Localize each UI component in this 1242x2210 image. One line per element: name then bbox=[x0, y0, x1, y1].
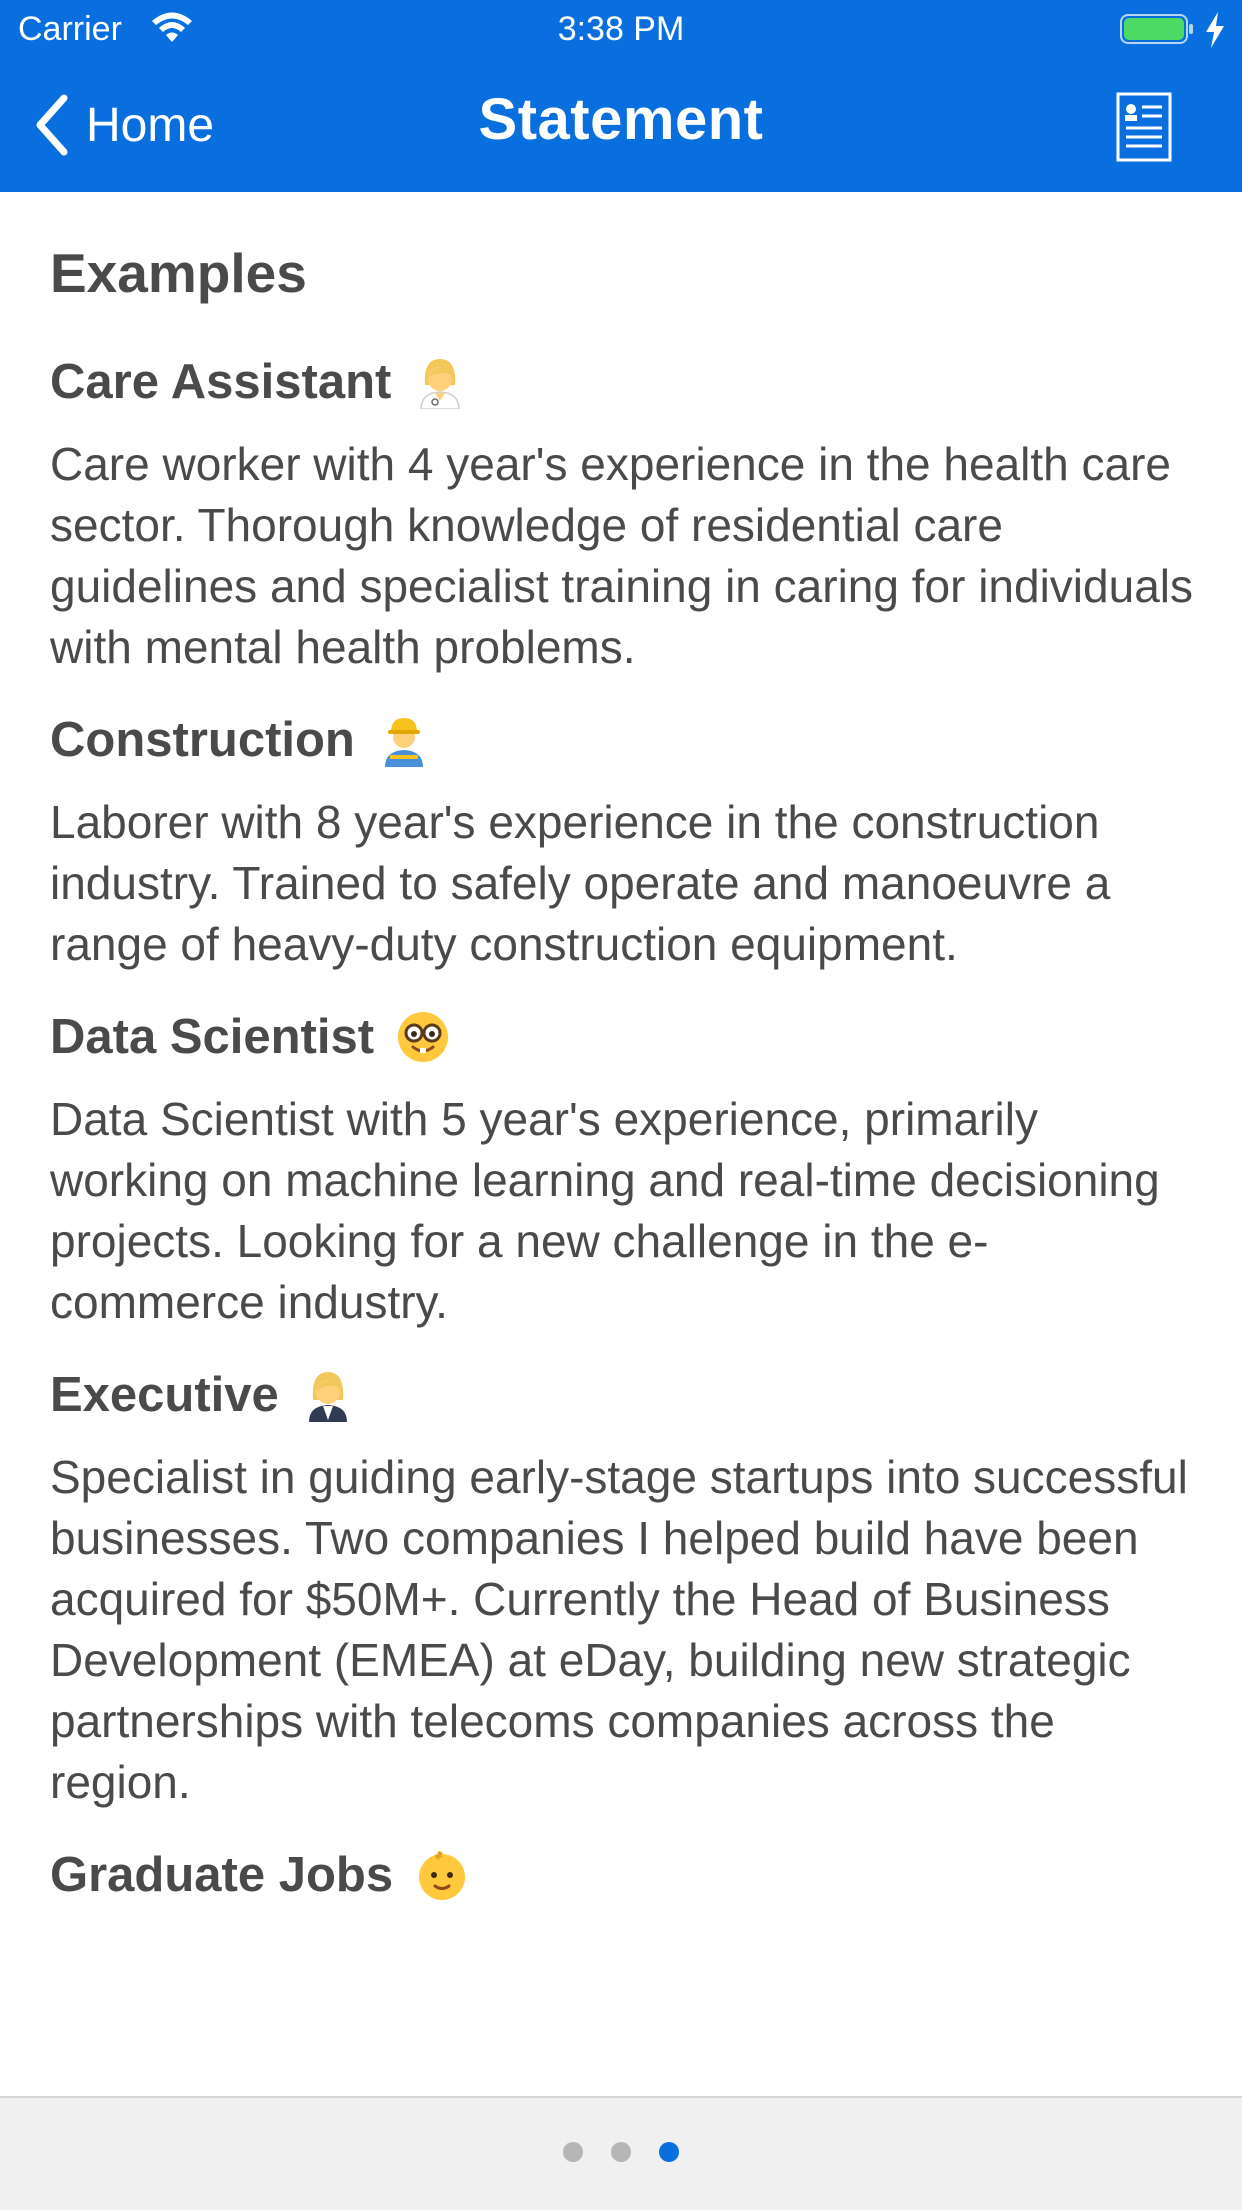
example-construction[interactable]: Construction Laborer with 8 year's exper… bbox=[50, 708, 1200, 975]
page-dot-1[interactable] bbox=[563, 2142, 583, 2162]
example-executive[interactable]: Executive Specialist in guiding early-st… bbox=[50, 1363, 1200, 1813]
charging-bolt-icon bbox=[1206, 12, 1224, 48]
page-title: Statement bbox=[478, 87, 764, 152]
example-title: Executive bbox=[50, 1363, 1200, 1427]
page-indicator-bar bbox=[0, 2096, 1242, 2210]
navigation-header: Carrier 3:38 PM Home Statement bbox=[0, 0, 1242, 192]
section-heading: Examples bbox=[50, 242, 307, 304]
battery-icon bbox=[1120, 14, 1193, 44]
document-list-icon[interactable] bbox=[1116, 92, 1172, 162]
baby-icon bbox=[419, 1851, 466, 1900]
example-description: Data Scientist with 5 year's experience,… bbox=[50, 1093, 1160, 1328]
page-dot-3-active[interactable] bbox=[659, 2142, 679, 2162]
construction-worker-woman-icon bbox=[384, 718, 423, 767]
example-title-text: Data Scientist bbox=[50, 1010, 375, 1064]
example-title-text: Graduate Jobs bbox=[50, 1848, 394, 1902]
example-title-text: Executive bbox=[50, 1368, 279, 1422]
example-title: Data Scientist bbox=[50, 1005, 1200, 1069]
example-description: Care worker with 4 year's experience in … bbox=[50, 438, 1193, 673]
nerd-face-icon bbox=[398, 1012, 449, 1062]
example-title: Construction bbox=[50, 708, 1200, 772]
health-worker-woman-icon bbox=[420, 359, 461, 409]
status-time: 3:38 PM bbox=[557, 10, 685, 48]
example-graduate-jobs[interactable]: Graduate Jobs bbox=[50, 1843, 1200, 1907]
statement-examples: Examples Care Assistant Care worker with… bbox=[50, 240, 1200, 1937]
example-description: Specialist in guiding early-stage startu… bbox=[50, 1451, 1188, 1808]
example-description: Laborer with 8 year's experience in the … bbox=[50, 796, 1111, 970]
example-title-text: Care Assistant bbox=[50, 355, 392, 409]
status-bar: Carrier 3:38 PM bbox=[0, 0, 1242, 62]
example-care-assistant[interactable]: Care Assistant Care worker with 4 year's… bbox=[50, 350, 1200, 678]
page-dot-2[interactable] bbox=[611, 2142, 631, 2162]
example-title-text: Construction bbox=[50, 713, 355, 767]
example-data-scientist[interactable]: Data Scientist Data Scientist with 5 yea… bbox=[50, 1005, 1200, 1333]
page-indicator[interactable] bbox=[0, 2142, 1242, 2162]
example-title: Graduate Jobs bbox=[50, 1843, 1200, 1907]
example-title: Care Assistant bbox=[50, 350, 1200, 414]
office-worker-woman-icon bbox=[308, 1372, 347, 1422]
